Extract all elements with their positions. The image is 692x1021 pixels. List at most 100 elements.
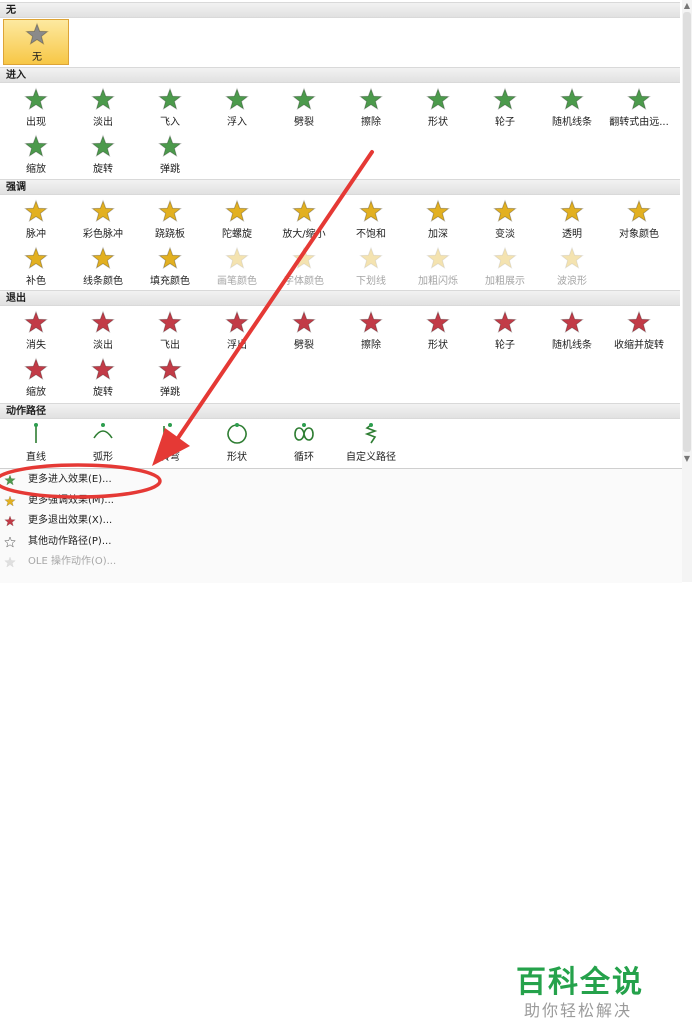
scroll-thumb[interactable] bbox=[683, 12, 691, 452]
effect-exit-5[interactable]: 擦除 bbox=[338, 308, 404, 354]
motion-path-icon bbox=[158, 422, 182, 446]
effect-emphasis-8[interactable]: 透明 bbox=[539, 197, 605, 243]
effect-label: 脉冲 bbox=[26, 229, 46, 240]
effect-label: 透明 bbox=[562, 229, 582, 240]
more-effect-item-2[interactable]: 更多退出效果(X)... bbox=[4, 512, 244, 530]
effect-label: 飞入 bbox=[160, 117, 180, 128]
effect-emphasis-18: 波浪形 bbox=[539, 244, 605, 290]
star-icon bbox=[158, 87, 182, 111]
effect-exit-3[interactable]: 浮出 bbox=[204, 308, 270, 354]
star-icon bbox=[91, 310, 115, 334]
effect-label: 无 bbox=[32, 52, 42, 63]
effect-entrance-12[interactable]: 弹跳 bbox=[137, 132, 203, 178]
effect-entrance-8[interactable]: 随机线条 bbox=[539, 85, 605, 131]
motion-path-icon bbox=[359, 422, 383, 446]
effect-exit-10[interactable]: 缩放 bbox=[3, 355, 69, 401]
effect-label: 彩色脉冲 bbox=[83, 229, 123, 240]
effect-emphasis-7[interactable]: 变淡 bbox=[472, 197, 538, 243]
effect-label: 填充颜色 bbox=[150, 276, 190, 287]
effect-exit-2[interactable]: 飞出 bbox=[137, 308, 203, 354]
green-star-icon bbox=[4, 474, 16, 486]
effect-motion-path-0[interactable]: 直线 bbox=[3, 420, 69, 466]
effect-emphasis-0[interactable]: 脉冲 bbox=[3, 197, 69, 243]
star-icon bbox=[225, 199, 249, 223]
star-icon bbox=[24, 134, 48, 158]
effect-entrance-11[interactable]: 旋转 bbox=[70, 132, 136, 178]
star-icon bbox=[359, 87, 383, 111]
effect-exit-1[interactable]: 淡出 bbox=[70, 308, 136, 354]
effect-label: 弹跳 bbox=[160, 164, 180, 175]
effect-label: 转弯 bbox=[160, 452, 180, 463]
effect-entrance-0[interactable]: 出现 bbox=[3, 85, 69, 131]
effect-emphasis-12[interactable]: 填充颜色 bbox=[137, 244, 203, 290]
more-effect-item-1[interactable]: 更多强调效果(M)... bbox=[4, 492, 244, 510]
star-icon bbox=[91, 134, 115, 158]
effect-emphasis-10[interactable]: 补色 bbox=[3, 244, 69, 290]
effect-label: 直线 bbox=[26, 452, 46, 463]
more-effect-item-3[interactable]: 其他动作路径(P)... bbox=[4, 533, 244, 551]
effect-entrance-2[interactable]: 飞入 bbox=[137, 85, 203, 131]
effect-exit-4[interactable]: 劈裂 bbox=[271, 308, 337, 354]
star-icon bbox=[24, 310, 48, 334]
section-header-entrance: 进入 bbox=[0, 67, 680, 83]
effect-label: 淡出 bbox=[93, 117, 113, 128]
star-icon bbox=[493, 310, 517, 334]
effect-entrance-7[interactable]: 轮子 bbox=[472, 85, 538, 131]
scroll-down-icon[interactable]: ▼ bbox=[683, 455, 691, 463]
effect-motion-path-3[interactable]: 形状 bbox=[204, 420, 270, 466]
more-effects-menu: 更多进入效果(E)... 更多强调效果(M)... 更多退出效果(X)... 其他动作… bbox=[0, 468, 682, 1020]
effect-entrance-6[interactable]: 形状 bbox=[405, 85, 471, 131]
effect-label: 陀螺旋 bbox=[222, 229, 252, 240]
star-icon bbox=[359, 246, 383, 270]
effect-exit-11[interactable]: 旋转 bbox=[70, 355, 136, 401]
effect-motion-path-1[interactable]: 弧形 bbox=[70, 420, 136, 466]
effect-motion-path-5[interactable]: 自定义路径 bbox=[338, 420, 404, 466]
effect-label: 自定义路径 bbox=[346, 452, 396, 463]
star-icon bbox=[627, 199, 651, 223]
effect-motion-path-4[interactable]: 循环 bbox=[271, 420, 337, 466]
section-header-none: 无 bbox=[0, 2, 680, 18]
effect-label: 不饱和 bbox=[356, 229, 386, 240]
effect-label: 擦除 bbox=[361, 117, 381, 128]
effect-label: 随机线条 bbox=[552, 117, 592, 128]
effect-label: 收缩并旋转 bbox=[614, 340, 664, 351]
effect-label: 旋转 bbox=[93, 164, 113, 175]
section-header-exit: 退出 bbox=[0, 290, 680, 306]
effect-label: 消失 bbox=[26, 340, 46, 351]
effect-entrance-10[interactable]: 缩放 bbox=[3, 132, 69, 178]
effect-emphasis-1[interactable]: 彩色脉冲 bbox=[70, 197, 136, 243]
effect-label: 随机线条 bbox=[552, 340, 592, 351]
effect-emphasis-4[interactable]: 放大/缩小 bbox=[271, 197, 337, 243]
effect-exit-8[interactable]: 随机线条 bbox=[539, 308, 605, 354]
more-effect-label: OLE 操作动作(O)... bbox=[28, 556, 117, 567]
effect-emphasis-5[interactable]: 不饱和 bbox=[338, 197, 404, 243]
effect-motion-path-2[interactable]: 转弯 bbox=[137, 420, 203, 466]
more-effect-item-0[interactable]: 更多进入效果(E)... bbox=[4, 471, 244, 489]
scroll-up-icon[interactable]: ▲ bbox=[683, 2, 691, 10]
effect-exit-0[interactable]: 消失 bbox=[3, 308, 69, 354]
effect-none-0[interactable]: 无 bbox=[3, 19, 69, 65]
effect-exit-9[interactable]: 收缩并旋转 bbox=[606, 308, 672, 354]
effect-emphasis-3[interactable]: 陀螺旋 bbox=[204, 197, 270, 243]
star-icon bbox=[426, 199, 450, 223]
effect-exit-7[interactable]: 轮子 bbox=[472, 308, 538, 354]
effect-entrance-1[interactable]: 淡出 bbox=[70, 85, 136, 131]
effect-entrance-9[interactable]: 翻转式由远... bbox=[606, 85, 672, 131]
effect-label: 画笔颜色 bbox=[217, 276, 257, 287]
effect-emphasis-6[interactable]: 加深 bbox=[405, 197, 471, 243]
effect-exit-6[interactable]: 形状 bbox=[405, 308, 471, 354]
star-icon bbox=[24, 246, 48, 270]
scrollbar[interactable]: ▲ ▼ bbox=[682, 0, 692, 582]
effect-entrance-3[interactable]: 浮入 bbox=[204, 85, 270, 131]
effect-emphasis-11[interactable]: 线条颜色 bbox=[70, 244, 136, 290]
effect-label: 出现 bbox=[26, 117, 46, 128]
effect-label: 形状 bbox=[428, 117, 448, 128]
effect-entrance-4[interactable]: 劈裂 bbox=[271, 85, 337, 131]
effect-label: 轮子 bbox=[495, 340, 515, 351]
effect-label: 形状 bbox=[227, 452, 247, 463]
effect-emphasis-9[interactable]: 对象颜色 bbox=[606, 197, 672, 243]
effect-emphasis-2[interactable]: 跷跷板 bbox=[137, 197, 203, 243]
star-icon bbox=[493, 87, 517, 111]
effect-entrance-5[interactable]: 擦除 bbox=[338, 85, 404, 131]
effect-exit-12[interactable]: 弹跳 bbox=[137, 355, 203, 401]
